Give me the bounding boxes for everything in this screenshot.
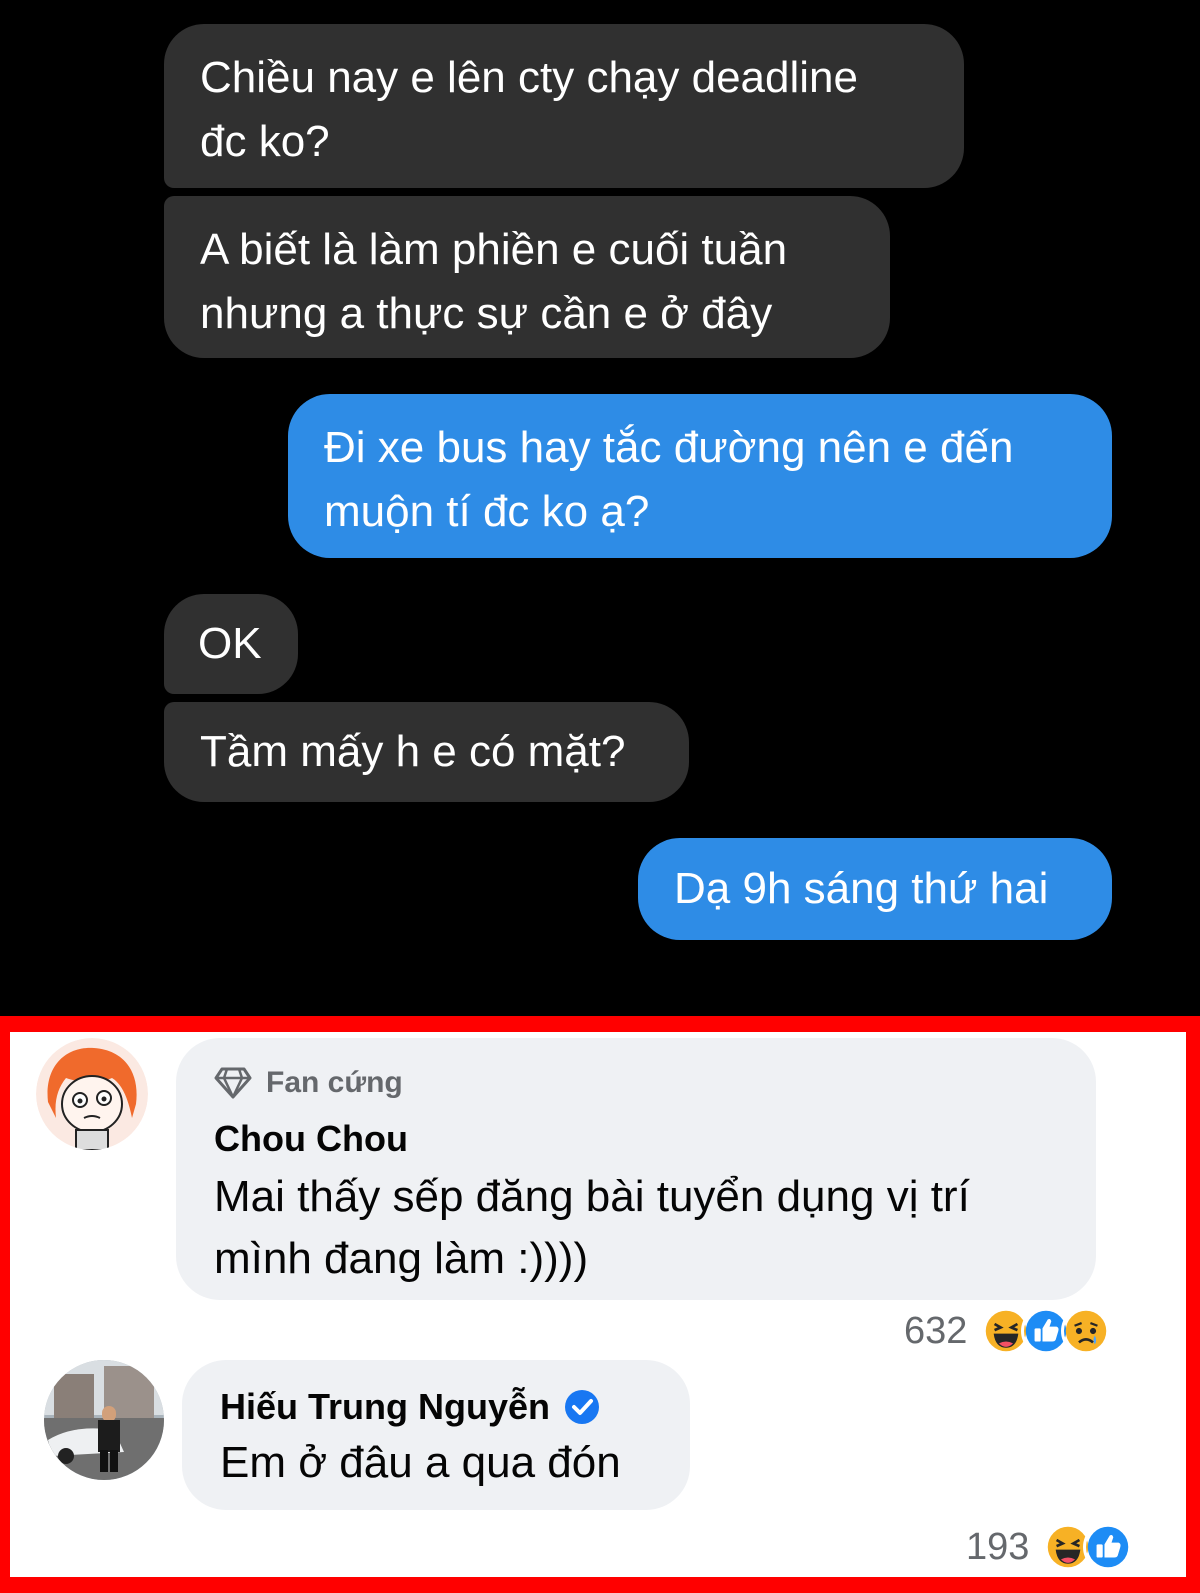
highlight-frame: Fan cứng Chou Chou Mai thấy sếp đăng bài… [0, 1016, 1200, 1593]
comment-line: mình đang làm :)))) [214, 1234, 589, 1283]
comments-section: Fan cứng Chou Chou Mai thấy sếp đăng bài… [10, 1032, 1186, 1577]
commenter-name[interactable]: Chou Chou [214, 1118, 408, 1160]
message-bubble-incoming: Tầm mấy h e có mặt? [164, 702, 689, 802]
top-fan-badge: Fan cứng [214, 1066, 403, 1100]
comment-line: Mai thấy sếp đăng bài tuyển dụng vị trí [214, 1172, 970, 1221]
message-bubble-outgoing: Dạ 9h sáng thứ hai [638, 838, 1112, 940]
comment-bubble[interactable]: Fan cứng Chou Chou Mai thấy sếp đăng bài… [176, 1038, 1096, 1300]
verified-badge-icon [565, 1390, 600, 1424]
comment-text: Mai thấy sếp đăng bài tuyển dụng vị trí … [214, 1166, 970, 1290]
commenter-name[interactable]: Hiếu Trung Nguyễn [220, 1386, 600, 1428]
sad-icon [1061, 1306, 1112, 1356]
message-bubble-incoming: Chiều nay e lên cty chạy deadline đc ko? [164, 24, 964, 188]
message-line: Dạ 9h sáng thứ hai [674, 864, 1049, 913]
message-line: A biết là làm phiền e cuối tuần [200, 225, 788, 274]
comment-bubble[interactable]: Hiếu Trung Nguyễn Em ở đâu a qua đón [182, 1360, 690, 1510]
avatar[interactable] [36, 1038, 148, 1150]
diamond-icon [214, 1067, 252, 1099]
commenter-name-text[interactable]: Chou Chou [214, 1118, 408, 1160]
avatar[interactable] [44, 1360, 164, 1480]
comment-text: Em ở đâu a qua đón [220, 1432, 621, 1494]
message-line: OK [198, 619, 262, 668]
like-icon [1083, 1522, 1134, 1572]
message-line: muộn tí đc ko ạ? [324, 487, 650, 536]
message-line: Chiều nay e lên cty chạy deadline [200, 53, 858, 102]
message-bubble-outgoing: Đi xe bus hay tắc đường nên e đến muộn t… [288, 394, 1112, 558]
commenter-name-text[interactable]: Hiếu Trung Nguyễn [220, 1386, 550, 1428]
message-bubble-incoming: OK [164, 594, 298, 694]
message-line: Đi xe bus hay tắc đường nên e đến [324, 423, 1014, 472]
reaction-count: 632 [904, 1309, 968, 1352]
message-line: Tầm mấy h e có mặt? [200, 727, 626, 776]
badge-label: Fan cứng [266, 1066, 403, 1099]
reactions-summary[interactable]: 193 [966, 1522, 1134, 1572]
message-line: đc ko? [200, 117, 330, 166]
reaction-count: 193 [966, 1525, 1030, 1568]
chat-screenshot: Chiều nay e lên cty chạy deadline đc ko?… [0, 0, 1200, 1016]
reactions-summary[interactable]: 632 [904, 1306, 1112, 1356]
message-bubble-incoming: A biết là làm phiền e cuối tuần nhưng a … [164, 196, 890, 358]
comment-line: Em ở đâu a qua đón [220, 1438, 621, 1487]
message-line: nhưng a thực sự cần e ở đây [200, 289, 773, 338]
